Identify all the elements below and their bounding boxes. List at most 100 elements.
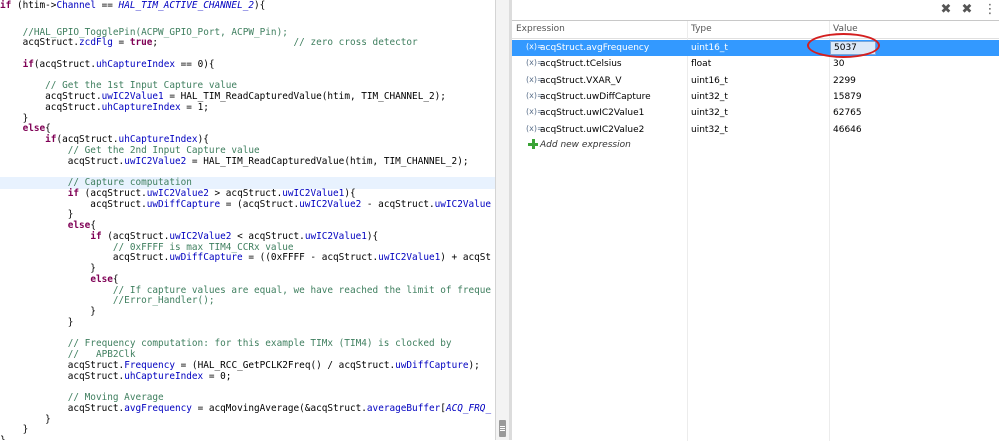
code-token: (acqStruct. bbox=[79, 187, 147, 199]
expression-value[interactable]: 62765 bbox=[829, 105, 999, 121]
code-token: // Get the 1st Input Capture value bbox=[45, 80, 238, 92]
code-line[interactable]: } bbox=[0, 317, 74, 329]
expression-row[interactable]: (x)= acqStruct.tCelsius float 30 bbox=[512, 56, 999, 72]
expression-row[interactable]: (x)= acqStruct.avgFrequency uint16_t 5037 bbox=[512, 40, 999, 56]
code-token: uwIC2Value1 bbox=[282, 187, 345, 199]
code-line[interactable]: acqStruct.zcdFlg = true; // zero cross d… bbox=[0, 37, 418, 49]
code-token: ){ bbox=[344, 187, 356, 199]
code-token: acqStruct. bbox=[0, 359, 125, 371]
code-token: uwDiffCapture bbox=[146, 198, 221, 210]
code-token: acqStruct. bbox=[0, 370, 125, 382]
expressions-view: ✖ ✖ ⋮ Expression Type Value (x)= acqStruc… bbox=[512, 0, 999, 441]
code-token: else bbox=[90, 273, 113, 285]
expression-type: uint32_t bbox=[691, 91, 728, 102]
code-token: { bbox=[112, 273, 119, 285]
expression-name[interactable]: acqStruct.VXAR_V bbox=[536, 73, 686, 89]
code-token: //HAL_GPIO_TogglePin(ACPW_GPIO_Port, ACP… bbox=[22, 26, 288, 38]
code-token: (htim-> bbox=[11, 0, 57, 11]
expression-row[interactable]: (x)= acqStruct.uwIC2Value2 uint32_t 46646 bbox=[512, 122, 999, 138]
code-line[interactable]: acqStruct.uwDiffCapture = (acqStruct.uwI… bbox=[0, 199, 491, 211]
expression-name[interactable]: acqStruct.uwIC2Value2 bbox=[536, 122, 686, 138]
add-expression-label[interactable]: Add new expression bbox=[536, 137, 631, 153]
code-token: uhCaptureIndex bbox=[95, 58, 175, 70]
code-line[interactable]: if (htim->Channel == HAL_TIM_ACTIVE_CHAN… bbox=[0, 0, 265, 12]
expression-name[interactable]: acqStruct.uwDiffCapture bbox=[536, 89, 686, 105]
code-token: ){ bbox=[254, 0, 266, 11]
code-line[interactable]: acqStruct.avgFrequency = acqMovingAverag… bbox=[0, 403, 491, 415]
code-token: uwDiffCapture bbox=[395, 359, 469, 371]
code-token: { bbox=[90, 220, 96, 231]
code-token: } bbox=[0, 263, 96, 274]
code-line[interactable]: } bbox=[0, 435, 6, 440]
code-token: uhCaptureIndex bbox=[118, 134, 198, 145]
remove-expression-icon[interactable]: ✖ bbox=[938, 2, 954, 18]
code-token: uwIC2Value1 bbox=[378, 252, 441, 264]
code-token: uwIC2Value1 bbox=[304, 230, 367, 242]
code-line[interactable]: acqStruct.uhCaptureIndex = 0; bbox=[0, 370, 232, 383]
expression-name[interactable]: acqStruct.avgFrequency bbox=[536, 40, 686, 56]
code-token: = 0; bbox=[203, 370, 232, 382]
code-token: acqStruct. bbox=[0, 402, 125, 414]
code-token: = ((0xFFFF - acqStruct. bbox=[242, 252, 379, 264]
expression-value[interactable]: 2299 bbox=[829, 73, 999, 89]
code-token: if bbox=[90, 230, 102, 242]
expression-row[interactable]: (x)= acqStruct.VXAR_V uint16_t 2299 bbox=[512, 73, 999, 89]
expression-value[interactable]: 15879 bbox=[829, 89, 999, 105]
code-token: uwIC2Value2 bbox=[146, 187, 209, 199]
code-editor[interactable]: if (htim->Channel == HAL_TIM_ACTIVE_CHAN… bbox=[0, 0, 495, 440]
code-token: } bbox=[0, 209, 74, 221]
code-token: = (HAL_RCC_GetPCLK2Freq() / acqStruct. bbox=[175, 359, 396, 371]
expression-value[interactable]: 46646 bbox=[829, 122, 999, 138]
code-token: if bbox=[22, 58, 34, 70]
code-token: = 1; bbox=[180, 101, 209, 113]
expression-type: uint32_t bbox=[691, 108, 728, 119]
expression-name[interactable]: acqStruct.uwIC2Value1 bbox=[536, 105, 686, 121]
expression-name[interactable]: acqStruct.tCelsius bbox=[536, 56, 686, 72]
scrollbar-thumb[interactable] bbox=[499, 420, 506, 437]
expressions-table: Expression Type Value (x)= acqStruct.avgF… bbox=[512, 20, 999, 441]
expression-row[interactable]: (x)= acqStruct.uwIC2Value1 uint32_t 62765 bbox=[512, 105, 999, 121]
column-header-type[interactable]: Type bbox=[687, 21, 829, 38]
code-line[interactable]: acqStruct.uwIC2Value2 = HAL_TIM_ReadCapt… bbox=[0, 156, 469, 168]
expression-value[interactable]: 30 bbox=[829, 56, 999, 72]
expression-type: uint16_t bbox=[691, 75, 728, 86]
code-token: uwIC2Value2 bbox=[299, 198, 362, 210]
code-token: // APB2Clk bbox=[67, 349, 136, 360]
add-expression-row[interactable]: Add new expression bbox=[512, 137, 999, 153]
code-line[interactable]: if(acqStruct.uhCaptureIndex == 0){ bbox=[0, 59, 215, 71]
editor-vertical-scrollbar[interactable] bbox=[495, 0, 510, 440]
remove-all-expressions-icon[interactable]: ✖ bbox=[959, 2, 975, 18]
code-token: acqStruct. bbox=[0, 37, 80, 49]
code-token: uhCaptureIndex bbox=[124, 370, 204, 382]
red-annotation-circle bbox=[807, 33, 880, 58]
code-token: true bbox=[129, 37, 153, 49]
code-token: } bbox=[0, 112, 29, 124]
code-token: (acqStruct. bbox=[33, 58, 96, 70]
code-token: averageBuffer bbox=[366, 402, 441, 414]
code-token: = bbox=[112, 37, 130, 49]
code-token: (acqStruct. bbox=[56, 134, 119, 145]
code-token: // Get the 2nd Input Capture value bbox=[67, 144, 260, 156]
code-token: Channel bbox=[56, 0, 96, 11]
code-token: // Capture computation bbox=[67, 177, 192, 188]
code-token: } bbox=[0, 424, 29, 436]
view-menu-icon[interactable]: ⋮ bbox=[982, 2, 998, 18]
code-token: uwIC2Value bbox=[434, 198, 492, 210]
code-token: ACQ_FRQ_ bbox=[445, 402, 492, 414]
column-header-expression[interactable]: Expression bbox=[512, 21, 687, 38]
code-line[interactable]: acqStruct.uhCaptureIndex = 1; bbox=[0, 102, 209, 114]
code-token: uwIC2Value2 bbox=[124, 155, 187, 167]
code-token: // If capture values are equal, we have … bbox=[112, 284, 492, 296]
code-token: = acqMovingAverage(&acqStruct. bbox=[191, 402, 367, 414]
expression-row[interactable]: (x)= acqStruct.uwDiffCapture uint32_t 15879 bbox=[512, 89, 999, 105]
